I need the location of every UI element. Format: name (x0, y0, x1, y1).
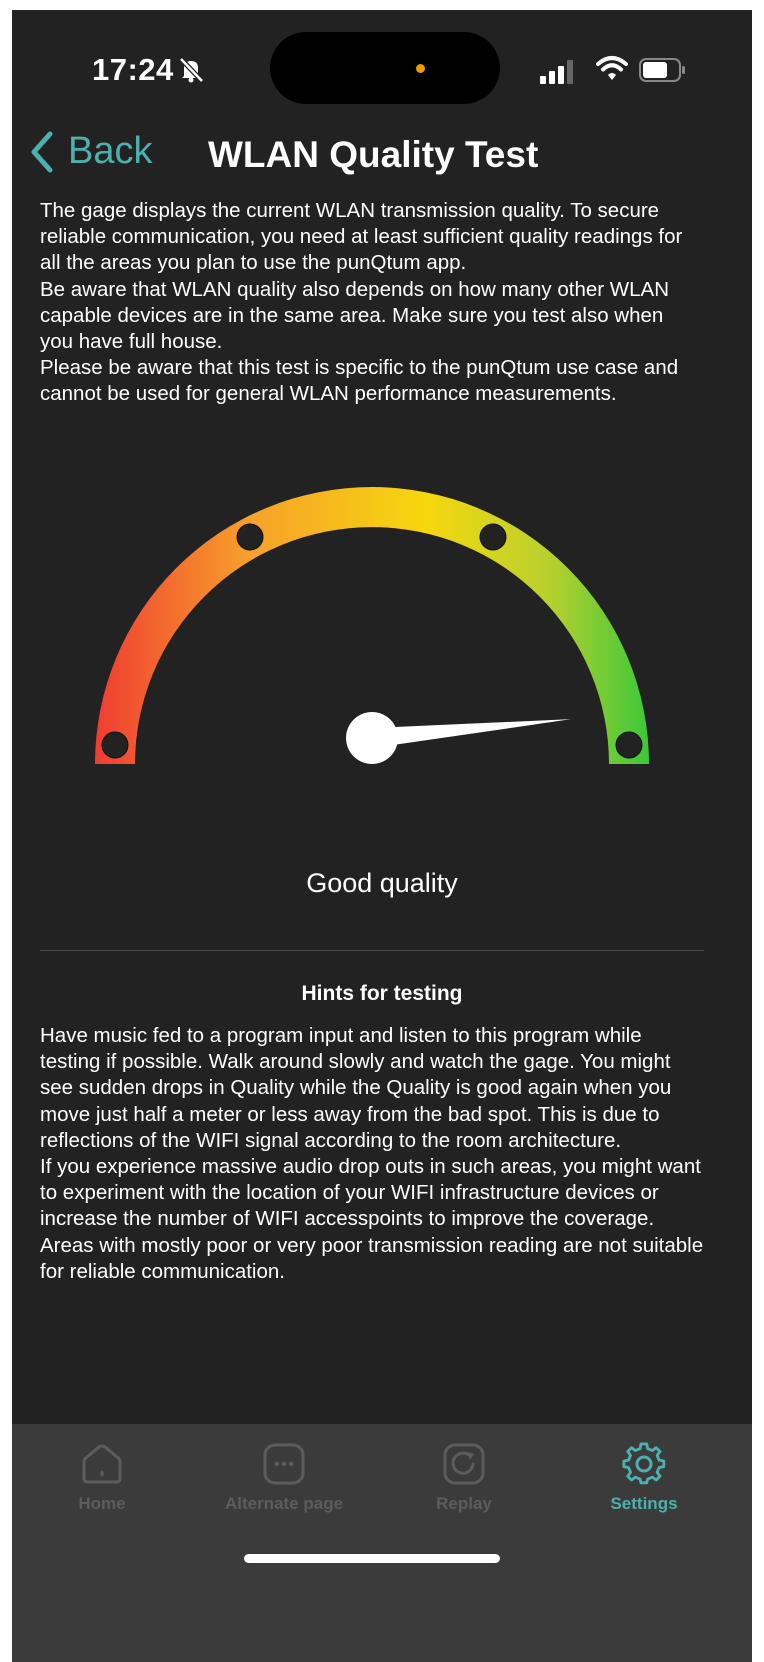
cellular-signal-icon (540, 60, 580, 89)
status-time: 17:24 (92, 52, 174, 87)
tab-home[interactable]: Home (12, 1442, 192, 1514)
privacy-indicator-dot (416, 64, 425, 73)
hints-text: Have music fed to a program input and li… (40, 1023, 705, 1285)
hints-paragraph: If you experience massive audio drop out… (40, 1155, 701, 1231)
quality-label: Good quality (306, 868, 458, 898)
tab-settings[interactable]: Settings (554, 1442, 734, 1514)
more-icon (263, 1443, 305, 1485)
description-text: The gage displays the current WLAN trans… (40, 198, 700, 408)
description-paragraph: The gage displays the current WLAN trans… (40, 199, 683, 275)
page-title: WLAN Quality Test (208, 134, 539, 175)
gauge-marker-dot (615, 731, 643, 759)
wifi-icon (596, 54, 628, 87)
replay-icon (443, 1443, 485, 1485)
chevron-left-icon (31, 131, 53, 172)
gauge-marker-dot (236, 523, 264, 551)
bell-muted-icon (176, 54, 206, 89)
description-paragraph: Be aware that WLAN quality also depends … (40, 277, 669, 354)
tab-label: Settings (610, 1494, 678, 1513)
hints-paragraph: Have music fed to a program input and li… (40, 1024, 672, 1152)
back-button[interactable]: Back (30, 130, 152, 173)
tab-label: Replay (436, 1494, 492, 1513)
tab-label: Alternate page (224, 1494, 344, 1513)
gauge-marker-dot (479, 523, 507, 551)
dynamic-island (270, 32, 500, 104)
tab-replay[interactable]: Replay (374, 1442, 554, 1514)
back-label: Back (68, 130, 153, 172)
battery-icon (639, 58, 687, 87)
hints-title: Hints for testing (301, 982, 463, 1005)
divider (40, 950, 704, 951)
gauge-needle (371, 719, 572, 748)
gauge-marker-dot (101, 731, 129, 759)
tab-label: Home (78, 1494, 126, 1513)
home-icon (82, 1444, 122, 1484)
screen: 17:24 Back WLAN Quality Test The gage di… (12, 10, 752, 1662)
tab-alternate-page[interactable]: Alternate page (194, 1442, 374, 1514)
tab-bar: Home Alternate page Replay Settings (12, 1424, 752, 1662)
quality-gauge (95, 487, 649, 764)
home-indicator[interactable] (244, 1554, 500, 1563)
gear-icon (622, 1442, 666, 1485)
hints-paragraph: Areas with mostly poor or very poor tran… (40, 1233, 704, 1283)
gauge-needle-hub (346, 712, 398, 764)
description-paragraph: Please be aware that this test is specif… (40, 356, 679, 406)
